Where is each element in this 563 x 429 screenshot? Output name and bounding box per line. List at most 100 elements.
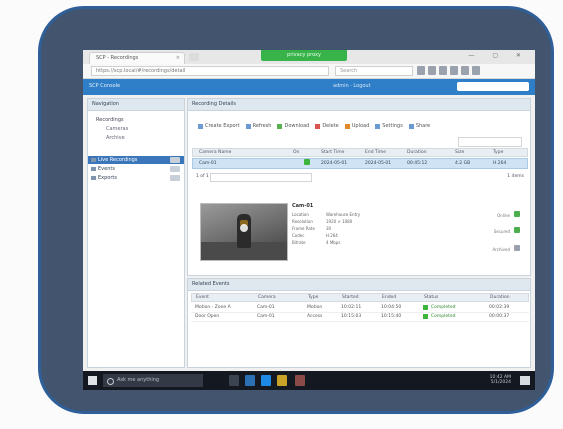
browser-toolbar: https://scp.local/#/recordings/detail Se… xyxy=(83,64,535,79)
status-ok-icon xyxy=(423,314,428,319)
browser-tab[interactable]: SCP - Recordings × xyxy=(89,52,185,64)
column-header[interactable]: Started xyxy=(342,294,359,302)
navigation-panel: Navigation Recordings Cameras Archive Li… xyxy=(87,98,185,368)
notification-icon[interactable] xyxy=(520,376,530,385)
screen: SCP - Recordings × privacy proxy — ▢ ✕ h… xyxy=(83,50,535,390)
column-header[interactable]: On xyxy=(293,149,299,157)
column-header[interactable]: End Time xyxy=(365,149,386,157)
action-toolbar: Create Export Refresh Download Delete Up… xyxy=(198,123,430,129)
user-menu[interactable]: admin · Logout xyxy=(333,83,371,89)
panel-title: Related Events xyxy=(188,279,530,291)
column-header[interactable]: Camera xyxy=(258,294,276,302)
play-icon[interactable] xyxy=(240,224,248,232)
file-explorer-icon[interactable] xyxy=(277,375,287,386)
share-button[interactable]: Share xyxy=(408,123,430,129)
pager-label: 1 of 1 xyxy=(196,174,209,179)
tree-item-cameras[interactable]: Cameras xyxy=(88,123,184,132)
app-search-input[interactable] xyxy=(457,82,529,91)
column-header[interactable]: Start Time xyxy=(321,149,344,157)
taskbar: Ask me anything 10:42 AM 5/1/2024 xyxy=(83,371,535,390)
column-header[interactable]: Size xyxy=(455,149,464,157)
filter-input[interactable] xyxy=(458,137,522,147)
detail-title: Cam-01 xyxy=(292,203,314,209)
cell: 2024-05-01 xyxy=(365,161,392,166)
pager: 1 of 1 1 items xyxy=(192,172,528,182)
browser-search-input[interactable]: Search xyxy=(335,66,413,76)
tab-close-icon[interactable]: × xyxy=(176,53,180,64)
status-ok-icon xyxy=(514,211,520,217)
app-icon[interactable] xyxy=(261,375,271,386)
settings-button[interactable]: Settings xyxy=(375,123,403,129)
refresh-button[interactable]: Refresh xyxy=(245,123,271,129)
system-clock[interactable]: 10:42 AM 5/1/2024 xyxy=(490,375,511,385)
cell: 10:04:50 xyxy=(381,305,402,310)
cell: 4.2 GB xyxy=(455,161,471,166)
detail-field: Frame Rate 30 xyxy=(292,225,360,232)
column-header[interactable]: Duration xyxy=(490,294,510,302)
sidebar-item-label: Events xyxy=(98,166,115,172)
proxy-badge: privacy proxy xyxy=(261,50,347,61)
table-row[interactable]: Door Open Cam-01 Access 10:15:03 10:15:4… xyxy=(191,312,529,322)
panel-title: Recording Details xyxy=(188,99,530,111)
task-view-icon[interactable] xyxy=(229,375,239,386)
page-input[interactable] xyxy=(210,173,312,182)
field-value: 1920 × 1080 xyxy=(326,219,353,224)
column-header[interactable]: Event xyxy=(196,294,209,302)
action-label: Upload xyxy=(351,123,370,129)
tab-title: SCP - Recordings xyxy=(96,55,139,61)
menu-icon[interactable] xyxy=(472,66,480,75)
column-header[interactable]: Ended xyxy=(382,294,396,302)
address-bar[interactable]: https://scp.local/#/recordings/detail xyxy=(91,66,329,76)
create-export-button[interactable]: Create Export xyxy=(198,123,240,129)
navigation-title: Navigation xyxy=(88,99,184,111)
cell: Access xyxy=(307,314,323,319)
tree-root[interactable]: Recordings xyxy=(88,111,184,123)
app-header: SCP Console admin · Logout xyxy=(83,79,535,95)
sidebar-item-exports[interactable]: Exports xyxy=(88,174,184,182)
column-header[interactable]: Type xyxy=(308,294,318,302)
extension-icon[interactable] xyxy=(461,66,469,75)
field-label: Resolution xyxy=(292,219,313,224)
cell: 10:15:03 xyxy=(341,314,362,319)
tree-item-archive[interactable]: Archive xyxy=(88,132,184,141)
sidebar-item-live-recordings[interactable]: Live Recordings xyxy=(88,156,184,164)
cell: Cam-01 xyxy=(257,314,275,319)
cell: 10:15:40 xyxy=(381,314,402,319)
home-icon[interactable] xyxy=(450,66,458,75)
status-ok-icon xyxy=(304,159,310,165)
detail-field: Codec H.264 xyxy=(292,232,360,239)
events-panel: Related Events Event Camera Type Started… xyxy=(187,278,531,368)
sidebar-item-label: Live Recordings xyxy=(98,157,138,163)
windows-start-icon[interactable] xyxy=(88,376,97,385)
delete-button[interactable]: Delete xyxy=(315,123,339,129)
cell: 00:00:37 xyxy=(489,314,510,319)
table-row[interactable]: Cam-01 2024-05-01 2024-05-01 00:45:12 4.… xyxy=(192,158,528,169)
tab-strip: SCP - Recordings × privacy proxy — ▢ ✕ xyxy=(83,50,535,64)
cell: 00:45:12 xyxy=(407,161,428,166)
field-label: Frame Rate xyxy=(292,226,315,231)
column-header[interactable]: Status xyxy=(424,294,438,302)
cell: Motion - Zone A xyxy=(195,305,231,310)
sidebar-item-events[interactable]: Events xyxy=(88,165,184,173)
app-logo[interactable]: SCP Console xyxy=(89,83,120,89)
count-badge xyxy=(170,157,180,163)
column-header[interactable]: Camera Name xyxy=(199,149,231,157)
upload-button[interactable]: Upload xyxy=(344,123,370,129)
download-button[interactable]: Download xyxy=(277,123,309,129)
column-header[interactable]: Type xyxy=(493,149,503,157)
video-thumbnail[interactable] xyxy=(200,203,288,261)
field-value: Warehouse Entry xyxy=(326,212,361,217)
edge-browser-icon[interactable] xyxy=(245,375,255,386)
download-icon[interactable] xyxy=(439,66,447,75)
bookmark-icon[interactable] xyxy=(417,66,425,75)
reading-list-icon[interactable] xyxy=(428,66,436,75)
window-controls[interactable]: — ▢ ✕ xyxy=(468,52,529,59)
side-label: Secured xyxy=(493,229,510,234)
new-tab-button[interactable] xyxy=(189,53,199,61)
column-header[interactable]: Duration xyxy=(407,149,427,157)
clock-date: 5/1/2024 xyxy=(490,380,511,385)
app-icon[interactable] xyxy=(295,375,305,386)
action-label: Download xyxy=(284,123,310,129)
share-icon xyxy=(408,123,414,129)
taskbar-search-input[interactable]: Ask me anything xyxy=(103,374,203,387)
